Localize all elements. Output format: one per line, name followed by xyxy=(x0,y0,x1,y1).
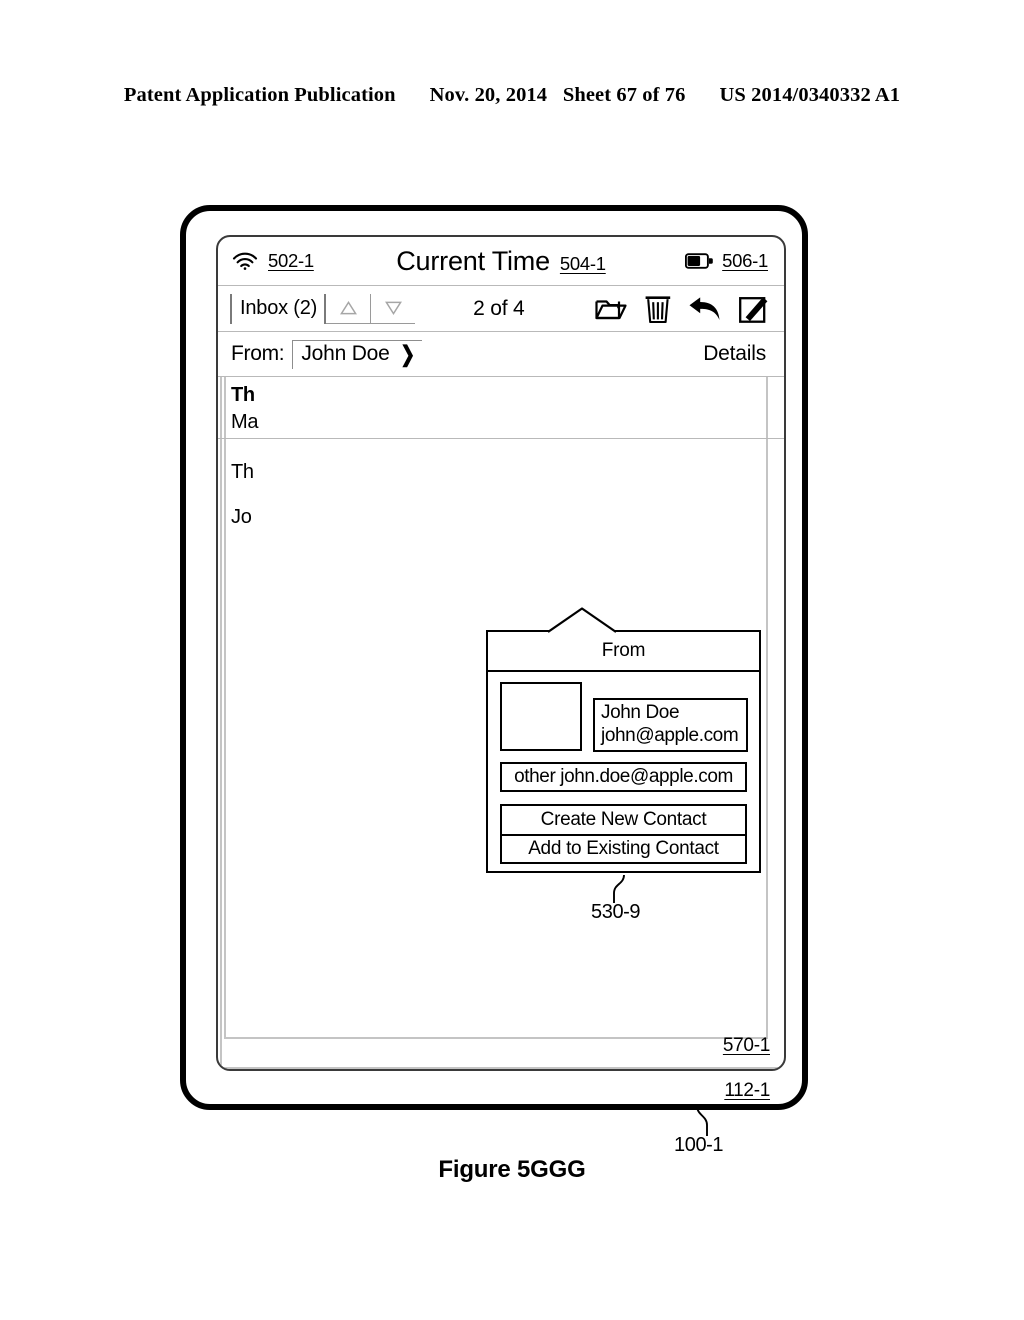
inbox-nav-group: Inbox (2) xyxy=(230,293,416,324)
wifi-icon xyxy=(232,252,258,270)
from-row: From: John Doe ❯ Details xyxy=(218,332,784,377)
triangle-down-icon xyxy=(384,301,402,315)
contact-actions: Create New Contact Add to Existing Conta… xyxy=(500,804,747,864)
contact-info-button[interactable]: John Doe john@apple.com xyxy=(593,698,748,753)
popover-title: From xyxy=(488,632,759,672)
wifi-reference-label: 502-1 xyxy=(268,250,314,271)
other-email-button[interactable]: other john.doe@apple.com xyxy=(500,762,747,792)
sender-button[interactable]: John Doe ❯ xyxy=(292,339,423,369)
details-button[interactable]: Details xyxy=(703,342,766,366)
popover-tail xyxy=(547,607,622,633)
mail-toolbar: Inbox (2) 2 of 4 xyxy=(218,285,784,332)
message-body-line: Th xyxy=(231,461,254,483)
sender-name: John Doe xyxy=(301,342,390,365)
inbox-button[interactable]: Inbox (2) xyxy=(230,293,327,324)
message-body-line: Jo xyxy=(231,506,252,528)
trash-icon[interactable] xyxy=(644,293,672,324)
toolbar-actions xyxy=(594,293,770,324)
status-bar-right: 506-1 xyxy=(685,250,768,272)
publication-date: Nov. 20, 2014 xyxy=(429,84,548,106)
add-to-existing-contact-button[interactable]: Add to Existing Contact xyxy=(502,834,745,862)
message-nav-arrows xyxy=(326,293,416,324)
publication-sheet: Sheet 67 of 76 xyxy=(562,84,686,106)
device-reference-label: 100-1 xyxy=(674,1134,724,1156)
device-callout: 100-1 xyxy=(674,1105,730,1156)
avatar xyxy=(500,682,582,751)
battery-reference-label: 506-1 xyxy=(722,250,768,271)
message-date: Ma xyxy=(231,411,259,433)
previous-message-button[interactable] xyxy=(326,294,370,323)
folder-icon[interactable] xyxy=(594,294,628,324)
message-subject: Th xyxy=(231,384,255,406)
status-bar: 502-1 Current Time 504-1 506-1 xyxy=(218,237,784,285)
tablet-device: 502-1 Current Time 504-1 506-1 Inbox (2)… xyxy=(180,205,808,1110)
reply-arrow-icon[interactable] xyxy=(688,295,722,323)
message-count: 2 of 4 xyxy=(473,296,525,320)
screen-reference-label: 112-1 xyxy=(724,1080,770,1101)
from-label: From: xyxy=(231,342,285,365)
triangle-up-icon xyxy=(339,301,357,315)
compose-icon[interactable] xyxy=(738,293,770,324)
create-new-contact-button[interactable]: Create New Contact xyxy=(502,806,745,834)
content-reference-label: 570-1 xyxy=(722,1035,770,1056)
message-header: Th Ma xyxy=(218,377,784,439)
message-body: Th Jo xyxy=(218,439,784,551)
contact-email: john@apple.com xyxy=(601,725,739,747)
contact-row: John Doe john@apple.com xyxy=(500,682,748,756)
publication-header: Patent Application Publication Nov. 20, … xyxy=(0,84,1024,107)
contact-name: John Doe xyxy=(601,702,680,723)
publication-number: US 2014/0340332 A1 xyxy=(719,84,901,106)
time-reference-label: 504-1 xyxy=(559,252,606,274)
popover-callout: 530-9 xyxy=(591,874,641,923)
popover-reference-label: 530-9 xyxy=(591,901,641,923)
next-message-button[interactable] xyxy=(370,293,415,323)
figure-caption: Figure 5GGG xyxy=(438,1156,586,1183)
publication-type: Patent Application Publication xyxy=(123,84,396,106)
publication-date-sheet: Nov. 20, 2014 Sheet 67 of 76 xyxy=(430,84,686,107)
status-bar-left: 502-1 xyxy=(232,250,314,272)
battery-icon xyxy=(685,253,713,269)
from-popover: From John Doe john@apple.com other john.… xyxy=(486,630,761,873)
chevron-right-icon: ❯ xyxy=(399,341,415,367)
current-time: Current Time xyxy=(396,245,550,276)
device-screen: 502-1 Current Time 504-1 506-1 Inbox (2)… xyxy=(216,235,786,1071)
popover-body: John Doe john@apple.com other john.doe@a… xyxy=(488,672,759,864)
